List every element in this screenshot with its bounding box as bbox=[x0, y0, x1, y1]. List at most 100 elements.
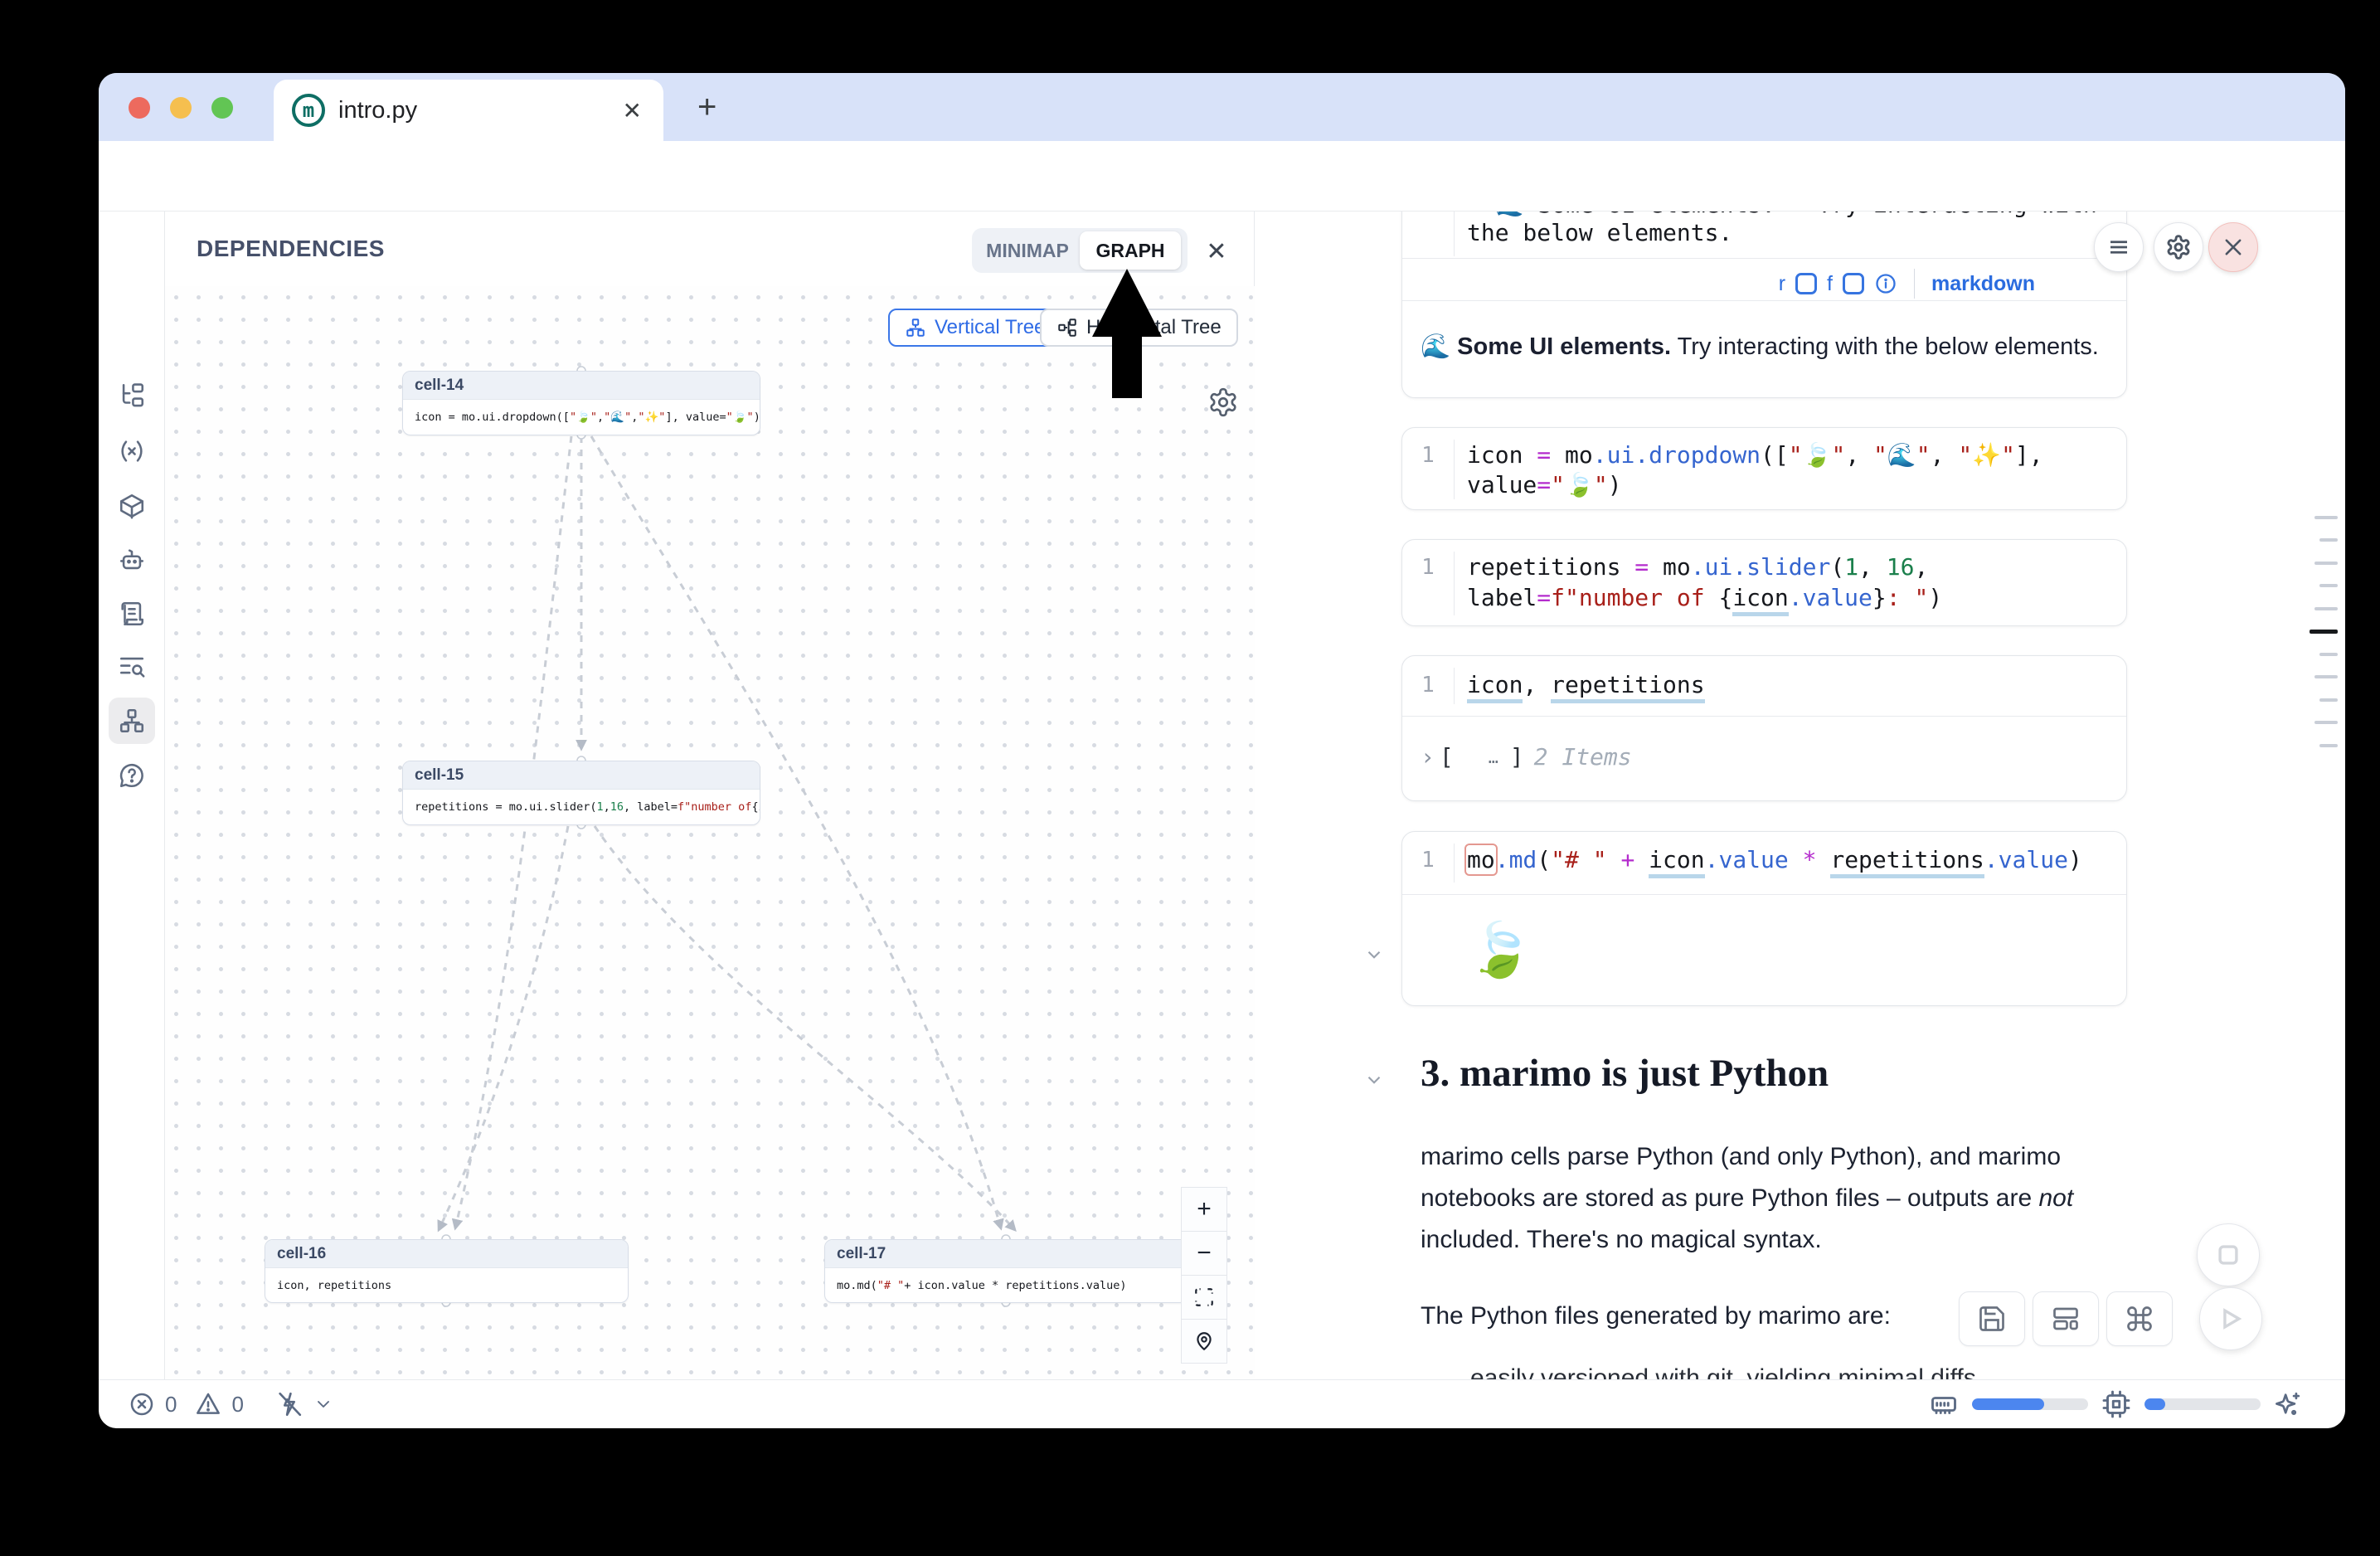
tuple-output[interactable]: › [ … ] 2 Items bbox=[1421, 743, 1632, 771]
tab-minimap[interactable]: MINIMAP bbox=[975, 231, 1080, 270]
tab-title: intro.py bbox=[338, 80, 417, 141]
chevron-down-icon bbox=[1363, 944, 1385, 965]
center-node-button[interactable] bbox=[1181, 1319, 1227, 1364]
code-line[interactable]: icon = mo.ui.dropdown(["🍃", "🌊", "✨"], bbox=[1467, 441, 2043, 469]
logs-icon bbox=[118, 600, 146, 628]
minimap-cell-marker-active[interactable] bbox=[2310, 630, 2338, 634]
sidebar-item-packages[interactable] bbox=[109, 483, 155, 529]
tab-graph[interactable]: GRAPH bbox=[1080, 231, 1181, 270]
chevron-down-icon[interactable] bbox=[313, 1394, 333, 1414]
graph-settings-button[interactable] bbox=[1203, 382, 1243, 422]
marimo-app: DEPENDENCIES MINIMAP GRAPH ✕ bbox=[99, 212, 2345, 1379]
graph-node-cell-14[interactable]: cell-14 icon = mo.ui.dropdown(["🍃", "🌊",… bbox=[402, 371, 760, 435]
layout-button[interactable] bbox=[2033, 1291, 2099, 1346]
gutter-divider bbox=[1454, 844, 1455, 883]
window-close-button[interactable] bbox=[129, 97, 150, 119]
file-tree-icon bbox=[118, 382, 146, 410]
window-minimize-button[interactable] bbox=[170, 97, 192, 119]
panel-close-icon[interactable]: ✕ bbox=[1200, 235, 1233, 268]
hamburger-icon bbox=[2106, 235, 2131, 260]
minimap-cell-marker[interactable] bbox=[2319, 584, 2338, 587]
save-icon bbox=[1977, 1304, 2007, 1334]
horizontal-tree-button[interactable]: Horizontal Tree bbox=[1040, 309, 1238, 347]
notebook-settings-button[interactable] bbox=[2154, 222, 2203, 272]
graph-node-cell-16[interactable]: cell-16 icon, repetitions bbox=[265, 1239, 629, 1303]
graph-canvas[interactable]: Vertical Tree Horizontal Tree cell-14 ic… bbox=[165, 286, 1255, 1379]
sidebar-item-dependency-graph[interactable] bbox=[109, 698, 155, 744]
vertical-tree-button[interactable]: Vertical Tree bbox=[888, 309, 1061, 347]
graph-node-cell-17[interactable]: cell-17 mo.md("# " + icon.value * repeti… bbox=[824, 1239, 1188, 1303]
markdown-cell[interactable]: 1 **🌊 Some UI elements.** Try interactin… bbox=[1401, 212, 2127, 398]
errors-icon[interactable] bbox=[129, 1391, 155, 1417]
marimo-logo-icon: m bbox=[292, 94, 325, 127]
collapse-output-button[interactable] bbox=[1358, 938, 1391, 971]
browser-tab[interactable]: m intro.py ✕ bbox=[274, 80, 663, 141]
bracket: [ bbox=[1440, 743, 1454, 771]
layout-icon bbox=[2051, 1304, 2081, 1334]
sidebar-item-search-list[interactable] bbox=[109, 644, 155, 690]
new-tab-button[interactable]: + bbox=[697, 73, 716, 141]
minimap-cell-marker[interactable] bbox=[2319, 653, 2338, 656]
tab-close-icon[interactable]: ✕ bbox=[623, 80, 642, 141]
config-r-checkbox[interactable] bbox=[1795, 273, 1817, 294]
run-button[interactable] bbox=[2199, 1287, 2262, 1350]
line-number: 1 bbox=[1402, 673, 1454, 698]
node-code: repetitions = mo.ui.slider(1, 16, label=… bbox=[403, 790, 760, 824]
collapse-section-button[interactable] bbox=[1358, 1063, 1391, 1096]
zoom-in-button[interactable]: + bbox=[1181, 1187, 1227, 1232]
error-count: 0 bbox=[165, 1392, 177, 1417]
expand-chevron-icon[interactable]: › bbox=[1421, 743, 1435, 771]
zoom-out-button[interactable]: − bbox=[1181, 1231, 1227, 1276]
shutdown-button[interactable] bbox=[2208, 222, 2258, 272]
save-button[interactable] bbox=[1959, 1291, 2025, 1346]
minimap-cell-marker[interactable] bbox=[2314, 721, 2338, 724]
minimap-cell-marker[interactable] bbox=[2319, 538, 2338, 542]
dependencies-panel: DEPENDENCIES MINIMAP GRAPH ✕ bbox=[165, 212, 1255, 1379]
memory-icon bbox=[1929, 1389, 1959, 1419]
sidebar-item-ai-assistant[interactable] bbox=[109, 537, 155, 583]
ai-sparkles-icon[interactable] bbox=[2274, 1390, 2302, 1418]
config-info-icon[interactable] bbox=[1874, 272, 1897, 295]
code-cell-slider[interactable]: 1 repetitions = mo.ui.slider(1, 16, labe… bbox=[1401, 539, 2127, 626]
cpu-usage-fill bbox=[2144, 1398, 2165, 1410]
sidebar-item-file-tree[interactable] bbox=[109, 372, 155, 419]
items-count-label: 2 Items bbox=[1534, 743, 1632, 771]
window-zoom-button[interactable] bbox=[211, 97, 233, 119]
sidebar-rail bbox=[99, 212, 165, 1379]
config-r-label: r bbox=[1779, 272, 1785, 296]
horizontal-tree-icon bbox=[1056, 317, 1078, 338]
code-line[interactable]: repetitions = mo.ui.slider(1, 16, bbox=[1467, 553, 1928, 581]
code-line[interactable]: value="🍃") bbox=[1467, 471, 1622, 498]
sidebar-item-variables[interactable] bbox=[109, 428, 155, 474]
sidebar-item-help[interactable] bbox=[109, 752, 155, 799]
command-icon bbox=[2125, 1304, 2154, 1334]
code-cell-md[interactable]: 1 mo.md("# " + icon.value * repetitions.… bbox=[1401, 831, 2127, 1006]
sidebar-item-logs[interactable] bbox=[109, 591, 155, 637]
fit-view-button[interactable] bbox=[1181, 1275, 1227, 1320]
cell-language-badge[interactable]: markdown bbox=[1931, 272, 2035, 296]
line-number: 1 bbox=[1402, 212, 1454, 217]
config-f-checkbox[interactable] bbox=[1843, 273, 1864, 294]
minimap-cell-marker[interactable] bbox=[2319, 698, 2338, 702]
minimap-cell-marker[interactable] bbox=[2314, 675, 2338, 678]
minimap-cell-marker[interactable] bbox=[2314, 516, 2338, 519]
minimap-cell-marker[interactable] bbox=[2319, 744, 2338, 747]
minimap-cell-marker[interactable] bbox=[2314, 562, 2338, 565]
code-cell-pair[interactable]: 1 icon, repetitions › [ … ] 2 Items bbox=[1401, 655, 2127, 801]
code-line[interactable]: the below elements. bbox=[1467, 219, 1732, 246]
code-cell-dropdown[interactable]: 1 icon = mo.ui.dropdown(["🍃", "🌊", "✨"],… bbox=[1401, 427, 2127, 510]
stop-button[interactable] bbox=[2197, 1223, 2260, 1286]
notebook-menu-button[interactable] bbox=[2094, 222, 2144, 272]
code-line[interactable]: **🌊 Some UI elements.** Try interacting … bbox=[1467, 212, 2097, 218]
code-line[interactable]: label=f"number of {icon.value}: ") bbox=[1467, 584, 1942, 611]
code-line[interactable]: icon, repetitions bbox=[1467, 671, 1705, 698]
keyboard-shortcuts-button[interactable] bbox=[2106, 1291, 2173, 1346]
minimap-cell-marker[interactable] bbox=[2314, 607, 2338, 610]
graph-node-cell-15[interactable]: cell-15 repetitions = mo.ui.slider(1, 16… bbox=[402, 761, 760, 825]
warnings-icon[interactable] bbox=[195, 1391, 221, 1417]
status-left-group: 0 0 bbox=[129, 1380, 333, 1428]
autorun-off-icon[interactable] bbox=[275, 1390, 304, 1418]
view-toggle-group: MINIMAP GRAPH bbox=[972, 228, 1188, 273]
code-line[interactable]: mo.md("# " + icon.value * repetitions.va… bbox=[1467, 846, 2082, 873]
gear-icon bbox=[1207, 387, 1239, 418]
